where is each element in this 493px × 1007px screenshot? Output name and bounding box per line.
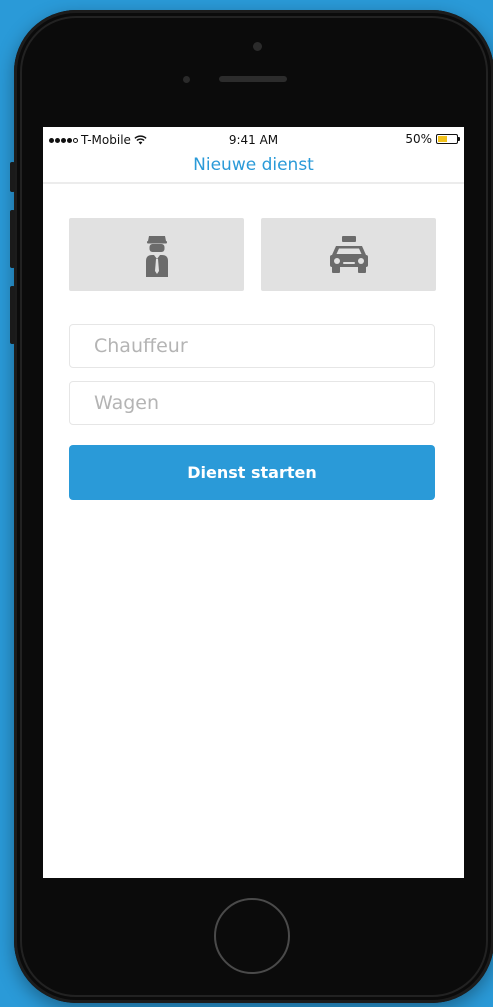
home-button[interactable] — [214, 898, 290, 974]
chauffeur-tile[interactable] — [69, 218, 244, 291]
chauffeur-icon — [145, 235, 168, 277]
page-title: Nieuwe dienst — [193, 155, 314, 175]
nav-divider — [43, 182, 464, 184]
battery-icon — [436, 134, 460, 144]
chauffeur-input[interactable] — [69, 324, 435, 368]
wagen-input[interactable] — [69, 381, 435, 425]
camera-dot — [253, 42, 262, 51]
status-bar: T-Mobile 9:41 AM 50% — [43, 127, 464, 153]
status-time: 9:41 AM — [228, 133, 279, 147]
battery-percentage: 50% — [405, 132, 432, 146]
mute-switch — [10, 162, 15, 192]
start-service-button[interactable]: Dienst starten — [69, 445, 435, 500]
earpiece-speaker — [219, 76, 287, 82]
battery-fill — [438, 136, 447, 142]
volume-up-button — [10, 210, 15, 268]
status-right: 50% — [405, 132, 460, 146]
app-screen: T-Mobile 9:41 AM 50% Nieuwe dienst Chauf… — [43, 127, 464, 878]
taxi-icon — [329, 235, 368, 273]
volume-down-button — [10, 286, 15, 344]
car-tile[interactable] — [261, 218, 436, 291]
front-camera — [183, 76, 190, 83]
